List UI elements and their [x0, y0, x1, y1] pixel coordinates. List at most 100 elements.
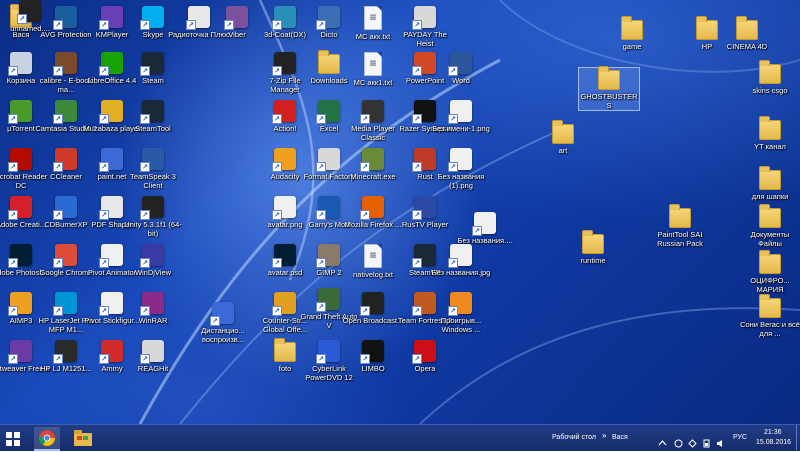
- desktop-icon[interactable]: YT канал: [740, 116, 800, 151]
- desktop-icon[interactable]: Media Player Classic: [343, 100, 403, 142]
- desktop-icon-label: для шапки: [751, 192, 789, 201]
- tray-network-icon[interactable]: [688, 433, 697, 448]
- taskbar-pin-chrome[interactable]: [34, 427, 60, 451]
- libreoffice-icon: [99, 52, 123, 76]
- tray-chevron-icon[interactable]: [658, 433, 667, 446]
- desktop-icon-label: game: [622, 42, 642, 51]
- desktop-icon-label: Opera: [414, 364, 436, 373]
- camtasia-icon: [53, 100, 77, 124]
- 7zip-icon: [272, 52, 296, 76]
- desktop-icon[interactable]: Без названия (1).png: [431, 148, 491, 190]
- dicto-icon: [316, 6, 340, 30]
- desktop-icon[interactable]: Дистанцио... воспроизв...: [193, 302, 253, 344]
- language-indicator[interactable]: РУС: [733, 434, 747, 441]
- image-file-icon: [448, 244, 472, 268]
- desktop-icon-label: ОЦИФРО... МАРИЯ: [750, 276, 790, 294]
- payday-icon: [412, 6, 436, 30]
- start-button[interactable]: [6, 431, 20, 446]
- image-file-icon: [448, 100, 472, 124]
- desktop-icon-label: skins csgo: [752, 86, 788, 95]
- chrome-icon: [53, 244, 77, 268]
- image-file-icon: [272, 196, 296, 220]
- desktop-icon[interactable]: CINEMA 4D: [717, 16, 777, 51]
- image-file-icon: [448, 148, 472, 172]
- opera-icon: [412, 340, 436, 364]
- pivot-icon: [99, 244, 123, 268]
- desktop-toolbar-label[interactable]: Рабочий стол: [552, 434, 596, 441]
- tray-volume-icon[interactable]: [716, 433, 725, 447]
- desktop-icon[interactable]: Unity 5.3.1f1 (64-bit): [123, 196, 183, 238]
- desktop-icon[interactable]: Документы Файлы: [740, 204, 800, 248]
- desktop-icon[interactable]: RusTV Player: [395, 196, 455, 229]
- desktop-icon[interactable]: PAYDAY The Heist: [395, 6, 455, 48]
- kmplayer-icon: [99, 6, 123, 30]
- desktop-icon[interactable]: skins csgo: [740, 60, 800, 95]
- desktop-icon-label: Сони Вегас и всё для ...: [740, 320, 800, 338]
- desktop-icon[interactable]: art: [533, 120, 593, 155]
- desktop-icon-label: GHOSTBUSTERS: [580, 92, 638, 110]
- clock-time[interactable]: 21:36: [764, 429, 782, 436]
- desktop-icon[interactable]: Без имени-1.png: [431, 100, 491, 133]
- desktop-icon[interactable]: Проигрыв... Windows ...: [431, 292, 491, 334]
- desktop-icon[interactable]: REAGHit: [123, 340, 183, 373]
- text-file-icon: ≡: [364, 52, 382, 76]
- desktop-icon[interactable]: Без названия....: [455, 212, 515, 245]
- csgo-icon: [272, 292, 296, 316]
- viber-icon: [224, 6, 248, 30]
- desktop: ВасяAVG ProtectionKMPlayerSkypeРадиоточк…: [0, 0, 800, 424]
- desktop-icon[interactable]: game: [602, 16, 662, 51]
- minecraft-icon: [360, 148, 384, 172]
- desktop-icon[interactable]: WinDjView: [123, 244, 183, 277]
- desktop-icon[interactable]: ОЦИФРО... МАРИЯ: [740, 250, 800, 294]
- explorer-icon: [74, 430, 92, 446]
- photoshop-icon: [8, 244, 32, 268]
- desktop-icon[interactable]: для шапки: [740, 166, 800, 201]
- windjview-icon: [140, 244, 164, 268]
- reaghit-icon: [140, 340, 164, 364]
- desktop-icon-label: REAGHit: [137, 364, 169, 373]
- chrome-icon: [39, 430, 55, 446]
- hp-printer-icon: [53, 340, 77, 364]
- desktop-icon[interactable]: Opera: [395, 340, 455, 373]
- folder-icon: [582, 230, 604, 254]
- desktop-icon[interactable]: Steam: [123, 52, 183, 85]
- tray-app-icon[interactable]: [674, 433, 683, 448]
- format-factory-icon: [316, 148, 340, 172]
- gimp-icon: [316, 244, 340, 268]
- desktop-icon[interactable]: TeamSpeak 3 Client: [123, 148, 183, 190]
- desktop-icon[interactable]: WinRAR: [123, 292, 183, 325]
- desktop-icon[interactable]: Без названия.jpg: [431, 244, 491, 277]
- desktop-icon-label: PAYDAY The Heist: [403, 30, 447, 48]
- steam-icon: [140, 52, 164, 76]
- desktop-icon[interactable]: PaintTool SAI Russian Pack: [650, 204, 710, 248]
- desktop-icon[interactable]: runtime: [563, 230, 623, 265]
- media-player-icon: [360, 100, 384, 124]
- hp-icon: [53, 292, 77, 316]
- desktop-icon-label: RusTV Player: [401, 220, 449, 229]
- toolbar-arrows-icon[interactable]: »: [602, 431, 606, 440]
- desktop-icon-label: PaintTool SAI Russian Pack: [657, 230, 703, 248]
- folder-icon: [759, 166, 781, 190]
- downloads-icon: [318, 50, 340, 74]
- teamspeak-icon: [140, 148, 164, 172]
- firefox-icon: [360, 196, 384, 220]
- unity-icon: [140, 196, 164, 220]
- desktop-icon[interactable]: Сони Вегас и всё для ...: [740, 294, 800, 338]
- tray-battery-icon[interactable]: [702, 433, 711, 448]
- desktop-icon[interactable]: Word: [431, 52, 491, 85]
- desktop-icon[interactable]: unnamed....: [0, 0, 60, 33]
- psd-file-icon: [272, 244, 296, 268]
- desktop-icon-label: Документы Файлы: [750, 230, 790, 248]
- taskbar-pin-explorer[interactable]: [70, 427, 96, 449]
- acrobat-icon: [8, 148, 32, 172]
- desktop-icon[interactable]: GHOSTBUSTERS: [578, 66, 640, 111]
- folder-icon: [696, 16, 718, 40]
- user-toolbar-label[interactable]: Вася: [612, 434, 628, 441]
- desktop-icon-label: Steam: [142, 76, 164, 85]
- winrar-icon: [140, 292, 164, 316]
- windows-logo-icon: [6, 432, 20, 446]
- desktop-icon[interactable]: SteamTool: [123, 100, 183, 133]
- clock-date[interactable]: 15.08.2016: [756, 439, 791, 446]
- limbo-icon: [360, 340, 384, 364]
- show-desktop-button[interactable]: [796, 425, 800, 451]
